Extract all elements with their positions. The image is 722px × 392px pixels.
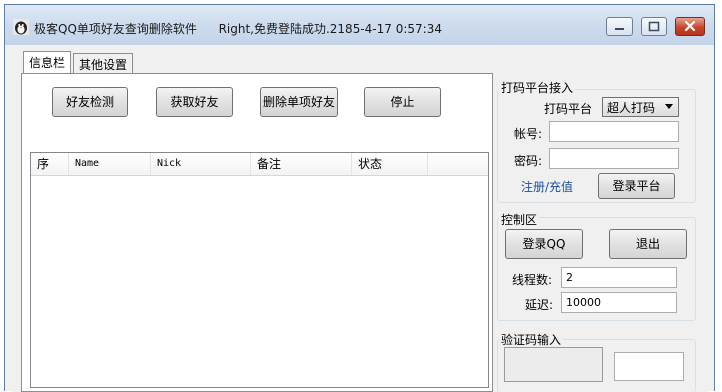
close-button[interactable] xyxy=(675,17,705,36)
captcha-platform-title: 打码平台接入 xyxy=(499,79,576,96)
column-filler xyxy=(428,153,488,175)
column-name[interactable]: Name xyxy=(69,153,151,175)
login-platform-button[interactable]: 登录平台 xyxy=(598,173,675,199)
control-title: 控制区 xyxy=(499,211,540,228)
tab-other-settings[interactable]: 其他设置 xyxy=(73,53,134,73)
minimize-button[interactable] xyxy=(606,17,633,36)
close-icon xyxy=(684,20,696,32)
register-recharge-link[interactable]: 注册/充值 xyxy=(521,178,573,195)
friend-list-header: 序 Name Nick 备注 状态 xyxy=(31,153,488,176)
captcha-image xyxy=(504,347,603,382)
minimize-icon xyxy=(615,28,624,30)
client-area: 信息栏 其他设置 好友检测 获取好友 删除单项好友 停止 序 Name Nick… xyxy=(11,45,709,392)
login-status: Right,免费登陆成功.2185-4-17 0:57:34 xyxy=(218,22,442,36)
column-status[interactable]: 状态 xyxy=(352,153,428,175)
maximize-button[interactable] xyxy=(641,17,667,36)
account-input[interactable] xyxy=(549,121,679,142)
delay-label: 延迟: xyxy=(525,298,554,312)
maximize-icon xyxy=(648,21,660,32)
column-index[interactable]: 序 xyxy=(31,153,69,175)
delete-single-friend-button[interactable]: 删除单项好友 xyxy=(260,87,338,117)
platform-select-value: 超人打码 xyxy=(607,101,656,115)
column-remark[interactable]: 备注 xyxy=(251,153,352,175)
captcha-input[interactable] xyxy=(614,352,684,381)
captcha-input-title: 验证码输入 xyxy=(499,331,564,348)
threads-label: 线程数: xyxy=(512,273,553,287)
login-qq-button[interactable]: 登录QQ xyxy=(505,229,583,259)
chevron-down-icon xyxy=(665,104,673,109)
account-label: 帐号: xyxy=(514,127,543,141)
password-label: 密码: xyxy=(514,154,543,168)
column-nick[interactable]: Nick xyxy=(151,153,251,175)
window-title: 极客QQ单项好友查询删除软件 Right,免费登陆成功.2185-4-17 0:… xyxy=(34,20,442,37)
get-friends-button[interactable]: 获取好友 xyxy=(156,87,233,117)
stop-button[interactable]: 停止 xyxy=(364,87,441,117)
penguin-icon xyxy=(13,19,29,35)
title-bar[interactable]: 极客QQ单项好友查询删除软件 Right,免费登陆成功.2185-4-17 0:… xyxy=(5,5,714,45)
app-window: 极客QQ单项好友查询删除软件 Right,免费登陆成功.2185-4-17 0:… xyxy=(4,4,715,392)
password-input[interactable] xyxy=(549,148,679,169)
threads-input[interactable] xyxy=(561,267,677,288)
platform-label: 打码平台 xyxy=(544,102,593,116)
check-friends-button[interactable]: 好友检测 xyxy=(52,87,128,117)
app-name: 极客QQ单项好友查询删除软件 xyxy=(34,22,197,36)
platform-select[interactable]: 超人打码 xyxy=(602,97,679,117)
delay-input[interactable] xyxy=(561,292,677,313)
exit-button[interactable]: 退出 xyxy=(609,229,687,259)
tab-info[interactable]: 信息栏 xyxy=(23,51,72,73)
info-panel: 好友检测 获取好友 删除单项好友 停止 序 Name Nick 备注 状态 xyxy=(21,73,493,392)
friend-list[interactable]: 序 Name Nick 备注 状态 xyxy=(30,152,489,388)
